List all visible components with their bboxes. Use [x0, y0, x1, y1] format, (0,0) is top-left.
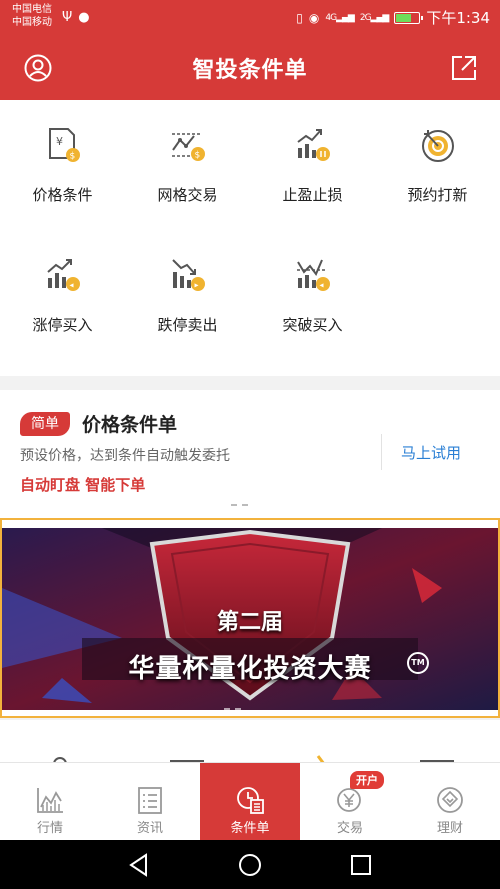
svg-text:◂: ◂ — [70, 281, 74, 290]
tab-label: 条件单 — [230, 821, 270, 836]
vibrate-icon: ▯ — [296, 10, 303, 25]
stop-profit-loss-icon — [297, 129, 330, 161]
partial-content-row — [0, 720, 500, 771]
function-stop-profit-loss[interactable]: 止盈止损 — [250, 100, 375, 210]
system-indicators: ▯ ◉ 4G▂▄▆ 2G▂▄▆ 下午1:34 — [296, 7, 490, 28]
function-grid: ¥ $ 价格条件 $ 网格交易 止盈止损 预约打新 ◂ 涨停买入 ▸ 跌停卖出 … — [0, 100, 500, 376]
contest-banner[interactable]: 第二届 华量杯量化投资大赛 TM — [2, 528, 498, 710]
svg-text:¥: ¥ — [56, 135, 63, 148]
try-now-link[interactable]: 马上试用 — [401, 442, 461, 463]
signal-4g-icon: 4G▂▄▆ — [325, 12, 354, 23]
carrier-1: 中国电信 — [12, 4, 52, 15]
price-document-icon: ¥ $ — [49, 128, 80, 162]
trademark-icon: TM — [407, 652, 429, 674]
carrier-2: 中国移动 — [12, 17, 52, 28]
function-label: 突破买入 — [282, 316, 343, 334]
carrier-info: 中国电信 中国移动 — [12, 3, 52, 29]
share-icon[interactable] — [450, 54, 478, 82]
tab-conditional-order[interactable]: 条件单 — [200, 763, 300, 841]
notification-icons: Ψ ● — [62, 10, 90, 25]
function-limit-down-sell[interactable]: ▸ 跌停卖出 — [125, 230, 250, 340]
home-icon[interactable] — [237, 852, 263, 878]
promo-card[interactable]: 简单 价格条件单 预设价格，达到条件自动触发委托 自动盯盘 智能下单 马上试用 — [0, 390, 500, 518]
function-label: 跌停卖出 — [157, 316, 218, 334]
banner-indicator — [224, 708, 241, 710]
function-label: 网格交易 — [157, 186, 218, 204]
tab-label: 理财 — [436, 821, 463, 836]
tab-news[interactable]: 资讯 — [100, 763, 200, 841]
function-grid-trade[interactable]: $ 网格交易 — [125, 100, 250, 210]
wealth-icon — [437, 787, 463, 813]
svg-text:◂: ◂ — [320, 281, 324, 290]
svg-text:$: $ — [70, 152, 76, 162]
divider — [381, 434, 382, 470]
status-bar: 中国电信 中国移动 Ψ ● ▯ ◉ 4G▂▄▆ 2G▂▄▆ 下午1:34 — [0, 0, 500, 36]
svg-text:$: $ — [195, 151, 201, 161]
limit-down-sell-icon: ▸ — [172, 259, 205, 291]
grid-trade-icon: $ — [172, 133, 205, 161]
back-icon[interactable] — [126, 852, 152, 878]
market-chart-icon — [37, 788, 63, 813]
function-limit-up-buy[interactable]: ◂ 涨停买入 — [0, 230, 125, 340]
bottom-tab-bar: 行情 资讯 条件单 开户 交易 理财 — [0, 762, 500, 841]
tab-label: 行情 — [36, 821, 63, 836]
svg-text:▸: ▸ — [195, 281, 199, 290]
tab-trade[interactable]: 开户 交易 — [300, 763, 400, 841]
partial-icons — [53, 755, 454, 771]
eye-icon: ◉ — [308, 10, 320, 25]
carousel-indicator — [231, 504, 248, 506]
tab-label: 资讯 — [136, 821, 163, 836]
breakout-buy-icon: ◂ — [297, 259, 330, 291]
battery-icon — [394, 11, 424, 24]
android-nav-bar — [0, 840, 500, 889]
app-header: 智投条件单 — [0, 36, 500, 100]
promo-title: 价格条件单 — [82, 414, 178, 436]
function-label: 价格条件 — [32, 186, 93, 204]
difficulty-tag: 简单 — [20, 412, 70, 436]
function-breakout-buy[interactable]: ◂ 突破买入 — [250, 230, 375, 340]
limit-up-buy-icon: ◂ — [47, 259, 80, 291]
function-label: 涨停买入 — [32, 316, 93, 334]
promo-description: 预设价格，达到条件自动触发委托 — [20, 448, 230, 464]
chat-bubble-icon: ● — [78, 10, 90, 25]
open-account-badge: 开户 — [350, 771, 384, 789]
page-title: 智投条件单 — [192, 58, 308, 83]
function-ipo-reservation[interactable]: 预约打新 — [375, 100, 500, 210]
clock: 下午1:34 — [426, 9, 490, 27]
news-list-icon — [138, 787, 162, 814]
banner-subtitle: 第二届 — [216, 610, 283, 635]
function-label: 止盈止损 — [282, 186, 343, 204]
recent-apps-icon[interactable] — [348, 852, 374, 878]
usb-icon: Ψ — [62, 10, 73, 25]
signal-2g-icon: 2G▂▄▆ — [359, 12, 389, 23]
conditional-order-icon — [237, 787, 264, 814]
target-icon — [422, 130, 454, 162]
tab-label: 交易 — [336, 821, 363, 836]
function-price-condition[interactable]: ¥ $ 价格条件 — [0, 100, 125, 210]
tab-wealth[interactable]: 理财 — [400, 763, 500, 841]
banner-carousel[interactable]: 第二届 华量杯量化投资大赛 TM — [0, 518, 500, 718]
function-label: 预约打新 — [407, 186, 468, 204]
yen-trade-icon — [337, 788, 361, 812]
promo-features: 自动盯盘 智能下单 — [20, 476, 146, 494]
tab-market[interactable]: 行情 — [0, 763, 100, 841]
